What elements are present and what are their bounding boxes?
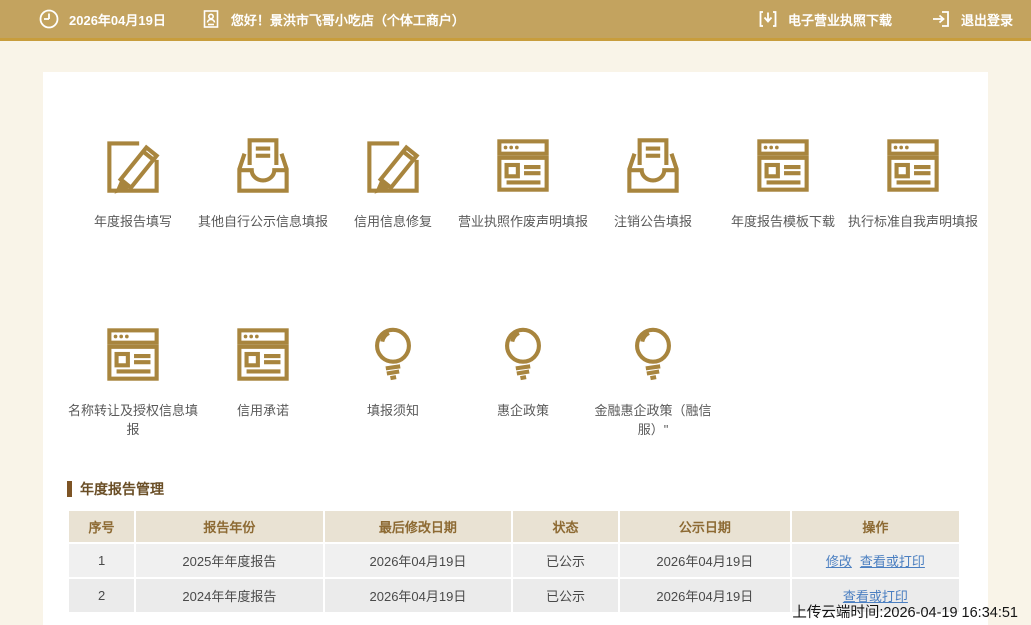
browser-window-icon [96, 317, 170, 391]
user-badge-icon [200, 8, 222, 30]
cell-actions: 修改 查看或打印 [791, 543, 959, 577]
lightbulb-icon [356, 317, 430, 391]
menu-item-credit-info-repair[interactable]: 信用信息修复 [328, 128, 458, 232]
modify-link[interactable]: 修改 [826, 554, 852, 569]
menu-item-label: 填报须知 [366, 402, 419, 418]
clock-icon [38, 8, 60, 30]
menu-item-annual-report-template-download[interactable]: 年度报告模板下载 [718, 128, 848, 232]
annual-report-table: 序号 报告年份 最后修改日期 状态 公示日期 操作 1 2025年年度报告 20… [67, 509, 961, 614]
table-header-row: 序号 报告年份 最后修改日期 状态 公示日期 操作 [69, 510, 959, 542]
header-report-year: 报告年份 [136, 510, 323, 542]
menu-item-other-publicity-info-fill[interactable]: 其他自行公示信息填报 [198, 128, 328, 232]
cell-status: 已公示 [513, 578, 618, 612]
menu-item-credit-commitment[interactable]: 信用承诺 [198, 317, 328, 440]
view-or-print-link[interactable]: 查看或打印 [860, 554, 925, 569]
menu-item-label: 年度报告模板下载 [730, 214, 835, 229]
menu-item-financial-benefit-policy[interactable]: 金融惠企政策（融信服）" [588, 317, 718, 440]
menu-item-label: 执行标准自我声明填报 [848, 214, 979, 229]
logout-icon [930, 8, 952, 30]
upload-time-text: 上传云端时间:2026-04-19 16:34:51 [792, 605, 1018, 621]
menu-item-cancellation-announcement-fill[interactable]: 注销公告填报 [588, 128, 718, 232]
menu-item-label: 注销公告填报 [613, 214, 692, 229]
license-download-button[interactable]: 电子营业执照下载 [757, 8, 892, 30]
table-row: 1 2025年年度报告 2026年04月19日 已公示 2026年04月19日 … [69, 543, 959, 577]
menu-item-label: 年度报告填写 [93, 214, 172, 229]
logout-button[interactable]: 退出登录 [930, 8, 1013, 30]
logout-label: 退出登录 [960, 12, 1013, 28]
menu-item-label: 名称转让及授权信息填报 [68, 402, 199, 437]
topbar-greeting: 您好！景洪市飞哥小吃店（个体工商户） [230, 12, 465, 28]
menu-item-annual-report-fill[interactable]: 年度报告填写 [68, 128, 198, 232]
cell-last-modified: 2026年04月19日 [324, 578, 512, 612]
inbox-tray-icon [616, 128, 690, 202]
topbar: 2026年04月19日 您好！景洪市飞哥小吃店（个体工商户） 电子营业执照下载 [0, 0, 1031, 41]
edit-square-icon [96, 128, 170, 202]
menu-item-name-transfer-authorization-fill[interactable]: 名称转让及授权信息填报 [68, 317, 198, 440]
cell-publish-date: 2026年04月19日 [619, 578, 790, 612]
header-status: 状态 [513, 510, 618, 542]
menu-item-label: 营业执照作废声明填报 [458, 214, 589, 229]
menu-item-label: 惠企政策 [496, 402, 549, 418]
header-publish-date: 公示日期 [619, 510, 790, 542]
menu-item-label: 其他自行公示信息填报 [198, 214, 329, 229]
browser-window-icon [226, 317, 300, 391]
header-actions: 操作 [791, 510, 959, 542]
annual-report-management-section: 年度报告管理 序号 报告年份 最后修改日期 状态 公示日期 操作 1 2025年… [67, 479, 961, 614]
section-title-text: 年度报告管理 [80, 480, 164, 497]
menu-item-label: 信用信息修复 [353, 214, 432, 229]
browser-window-icon [876, 128, 950, 202]
topbar-date: 2026年04月19日 [69, 12, 166, 28]
browser-window-icon [746, 128, 820, 202]
header-last-modified: 最后修改日期 [324, 510, 512, 542]
cell-publish-date: 2026年04月19日 [619, 543, 790, 577]
cell-index: 1 [69, 543, 135, 577]
download-icon [757, 8, 779, 30]
cell-report-year: 2024年年度报告 [136, 578, 323, 612]
main-panel: 年度报告填写 其他自行公示信息填报 信用信息修复 营业执照作废声明填报 注销公告… [43, 72, 988, 625]
menu-row-1: 年度报告填写 其他自行公示信息填报 信用信息修复 营业执照作废声明填报 注销公告… [43, 128, 988, 232]
menu-item-label: 金融惠企政策（融信服）" [594, 402, 712, 437]
menu-item-label: 信用承诺 [236, 402, 289, 418]
section-title-bar [67, 480, 72, 497]
header-index: 序号 [69, 510, 135, 542]
menu-row-2: 名称转让及授权信息填报 信用承诺 填报须知 惠企政策 金融惠企政策（融信服）" [43, 317, 988, 440]
inbox-tray-icon [226, 128, 300, 202]
menu-item-enterprise-benefit-policy[interactable]: 惠企政策 [458, 317, 588, 440]
lightbulb-icon [616, 317, 690, 391]
cell-status: 已公示 [513, 543, 618, 577]
license-download-label: 电子营业执照下载 [787, 12, 892, 28]
cell-index: 2 [69, 578, 135, 612]
cell-last-modified: 2026年04月19日 [324, 543, 512, 577]
browser-window-icon [486, 128, 560, 202]
section-title: 年度报告管理 [67, 479, 961, 499]
cell-report-year: 2025年年度报告 [136, 543, 323, 577]
menu-item-filling-instructions[interactable]: 填报须知 [328, 317, 458, 440]
lightbulb-icon [486, 317, 560, 391]
menu-item-license-invalidation-declaration[interactable]: 营业执照作废声明填报 [458, 128, 588, 232]
edit-square-icon [356, 128, 430, 202]
menu-item-execution-standard-self-declaration[interactable]: 执行标准自我声明填报 [848, 128, 978, 232]
